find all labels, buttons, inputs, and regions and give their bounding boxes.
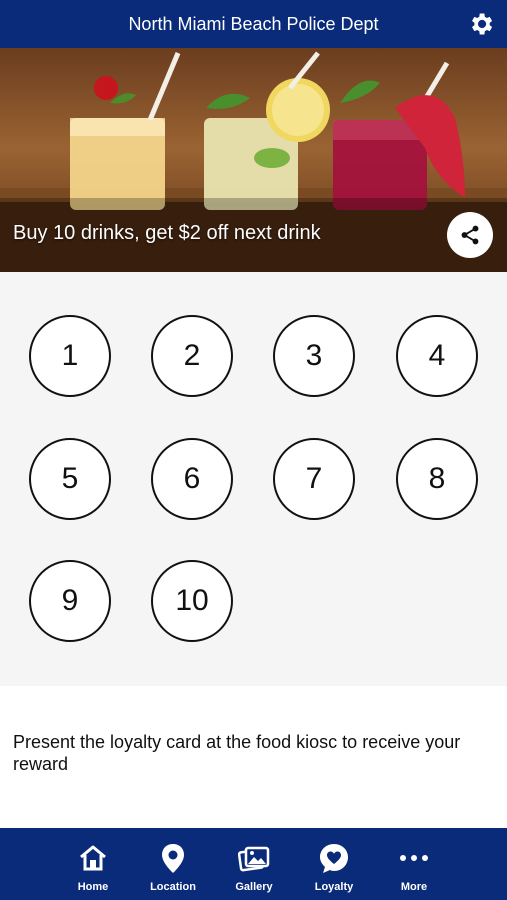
tab-home[interactable]: Home	[53, 828, 133, 900]
stamp-7[interactable]: 7	[273, 438, 355, 520]
home-icon	[80, 845, 106, 871]
tab-location-label: Location	[150, 881, 196, 893]
promo-caption: Buy 10 drinks, get $2 off next drink	[13, 222, 321, 244]
stamp-8[interactable]: 8	[396, 438, 478, 520]
gallery-icon	[238, 846, 270, 872]
stamp-9[interactable]: 9	[29, 560, 111, 642]
gear-icon[interactable]	[467, 10, 495, 38]
tab-more[interactable]: More	[374, 828, 454, 900]
tab-more-label: More	[400, 881, 428, 893]
more-dots-icon	[400, 855, 428, 861]
stamp-3[interactable]: 3	[273, 315, 355, 397]
tab-home-label: Home	[77, 881, 109, 893]
stamp-4[interactable]: 4	[396, 315, 478, 397]
stamp-2[interactable]: 2	[151, 315, 233, 397]
tab-location[interactable]: Location	[133, 828, 213, 900]
bottom-tab-bar: Home Location Gallery Loyalty More	[0, 828, 507, 900]
page-title: North Miami Beach Police Dept	[128, 13, 379, 34]
stamp-6[interactable]: 6	[151, 438, 233, 520]
tab-gallery[interactable]: Gallery	[214, 828, 294, 900]
location-pin-icon	[162, 844, 184, 873]
share-icon	[461, 225, 479, 245]
loyalty-instructions: Present the loyalty card at the food kio…	[13, 732, 461, 774]
tab-loyalty[interactable]: Loyalty	[294, 828, 374, 900]
share-button[interactable]	[447, 212, 493, 258]
stamp-5[interactable]: 5	[29, 438, 111, 520]
promo-banner: Buy 10 drinks, get $2 off next drink	[0, 48, 507, 272]
tab-loyalty-label: Loyalty	[314, 881, 354, 893]
stamp-card: 1 2 3 4 5 6 7 8 9 10	[0, 272, 507, 686]
app-header: North Miami Beach Police Dept	[0, 0, 507, 48]
stamp-1[interactable]: 1	[29, 315, 111, 397]
heart-bubble-icon	[320, 844, 348, 873]
tab-gallery-label: Gallery	[235, 881, 273, 893]
stamp-10[interactable]: 10	[151, 560, 233, 642]
